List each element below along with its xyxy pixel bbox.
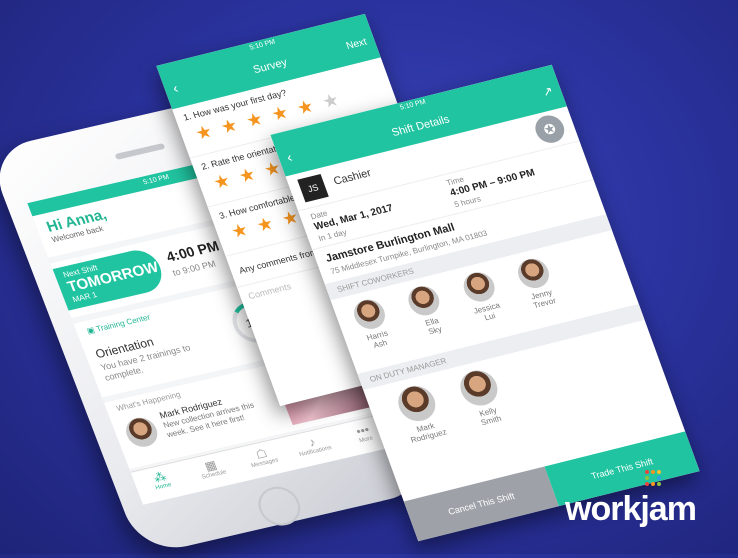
next-button[interactable]: Next <box>345 37 369 52</box>
coworker-avatar <box>349 296 390 333</box>
store-logo: JS <box>297 173 329 203</box>
coworker-avatar <box>404 282 444 319</box>
post-avatar <box>121 414 162 450</box>
logo-dot <box>657 482 661 486</box>
logo-dot <box>645 476 649 480</box>
logo-dot <box>657 470 661 474</box>
logo-dot <box>645 470 649 474</box>
logo-dot <box>645 482 649 486</box>
badge-icon: ✪ <box>531 112 569 146</box>
brand-logo: workjam <box>565 490 697 528</box>
logo-dots-icon <box>645 470 661 486</box>
logo-dot <box>657 476 661 480</box>
training-center-label: ▣ Training Center <box>85 313 151 336</box>
logo-dot <box>651 470 655 474</box>
training-center-text: Training Center <box>94 312 152 334</box>
next-shift-badge: Next Shift TOMORROW MAR 1 <box>52 246 168 311</box>
coworker[interactable]: Jenny Trevor <box>503 253 571 314</box>
logo-dot <box>651 476 655 480</box>
coworker-avatar <box>514 255 554 292</box>
logo-dot <box>651 482 655 486</box>
role-name: Cashier <box>331 167 373 188</box>
coworker-avatar <box>459 269 499 305</box>
manager-avatar <box>455 366 503 410</box>
cancel-shift-button[interactable]: Cancel This Shift <box>403 466 559 542</box>
manager-avatar <box>393 382 441 425</box>
manager[interactable]: Kelly Smith <box>444 364 522 432</box>
